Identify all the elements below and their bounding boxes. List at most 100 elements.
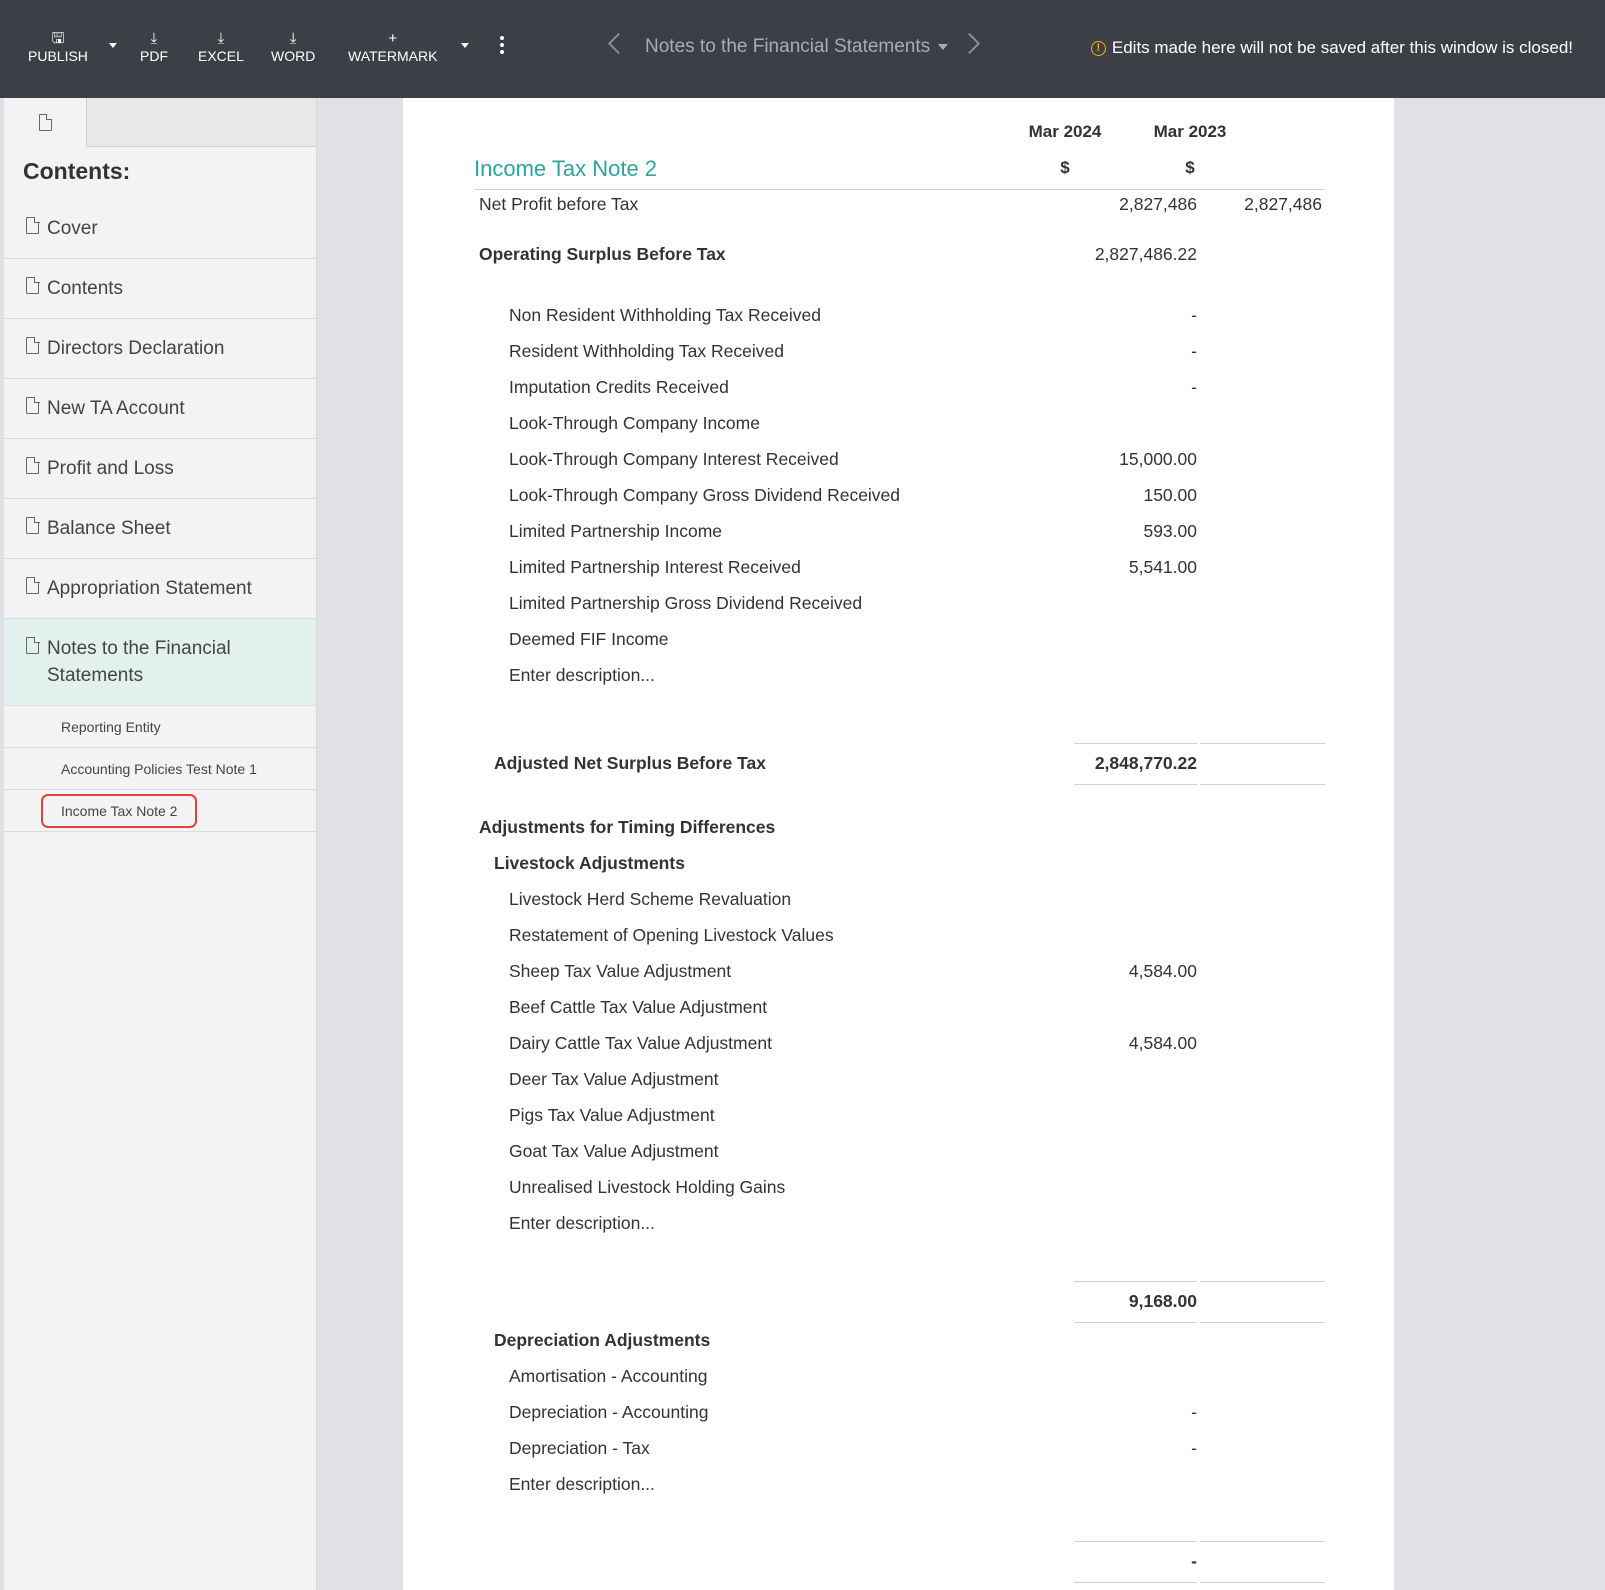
- toc-item-directors-declaration[interactable]: Directors Declaration: [4, 319, 316, 379]
- download-icon: ⤓: [289, 30, 297, 47]
- toc-subitem-label: Reporting Entity: [61, 718, 161, 735]
- table-row: Enter description...: [403, 1470, 1394, 1500]
- toc-item-cover[interactable]: Cover: [4, 199, 316, 259]
- column-header-2024: Mar 2024: [1028, 122, 1102, 141]
- document-icon: [26, 636, 40, 654]
- row-label[interactable]: Non Resident Withholding Tax Received: [509, 305, 821, 326]
- subtotal-2024: 9,168.00: [1128, 1291, 1197, 1311]
- pdf-button[interactable]: ⤓ PDF: [140, 30, 168, 64]
- row-label[interactable]: Sheep Tax Value Adjustment: [509, 961, 731, 982]
- toc-item-profit-and-loss[interactable]: Profit and Loss: [4, 439, 316, 499]
- toc-subitem-accounting-policies[interactable]: Accounting Policies Test Note 1: [4, 748, 316, 790]
- word-button[interactable]: ⤓ WORD: [271, 30, 315, 64]
- value-2024[interactable]: -: [1191, 377, 1197, 398]
- row-label[interactable]: Imputation Credits Received: [509, 377, 729, 398]
- toc-subitem-income-tax-note[interactable]: Income Tax Note 2: [4, 790, 316, 832]
- toc-item-appropriation-statement[interactable]: Appropriation Statement: [4, 559, 316, 619]
- toc-item-label: Notes to the Financial Statements: [47, 638, 231, 686]
- download-icon: ⤓: [217, 30, 225, 47]
- row-label[interactable]: Livestock Adjustments: [494, 853, 685, 874]
- value-2024[interactable]: 150.00: [1143, 485, 1197, 506]
- sidebar-tabs: [4, 98, 316, 147]
- row-label[interactable]: Net Profit before Tax: [479, 194, 638, 215]
- table-row: Dairy Cattle Tax Value Adjustment 4,584.0…: [403, 1029, 1394, 1059]
- toc-item-notes[interactable]: Notes to the Financial Statements: [4, 619, 316, 706]
- value-2024[interactable]: 15,000.00: [1119, 449, 1197, 470]
- row-label[interactable]: Limited Partnership Income: [509, 521, 722, 542]
- chevron-down-icon: [938, 44, 949, 50]
- row-label[interactable]: Look-Through Company Interest Received: [509, 449, 839, 470]
- description-input[interactable]: Enter description...: [509, 665, 655, 686]
- row-label[interactable]: Beef Cattle Tax Value Adjustment: [509, 997, 767, 1018]
- row-label[interactable]: Adjusted Net Surplus Before Tax: [494, 753, 766, 774]
- value-2024[interactable]: 2,848,770.22: [1095, 753, 1197, 774]
- row-label[interactable]: Goat Tax Value Adjustment: [509, 1141, 718, 1162]
- row-label[interactable]: Deemed FIF Income: [509, 629, 669, 650]
- toc-subitem-label: Accounting Policies Test Note 1: [61, 760, 257, 777]
- row-label[interactable]: Look-Through Company Gross Dividend Rece…: [509, 485, 900, 506]
- value-2024[interactable]: -: [1191, 305, 1197, 326]
- value-2024[interactable]: 5,541.00: [1129, 557, 1197, 578]
- more-options-icon[interactable]: [500, 36, 506, 54]
- row-label[interactable]: Depreciation Adjustments: [494, 1330, 710, 1351]
- row-label[interactable]: Pigs Tax Value Adjustment: [509, 1105, 715, 1126]
- value-2024[interactable]: 2,827,486: [1119, 194, 1197, 215]
- download-icon: ⤓: [150, 30, 158, 47]
- row-label[interactable]: Unrealised Livestock Holding Gains: [509, 1177, 785, 1198]
- toc-item-label: Cover: [47, 218, 98, 239]
- contents-sidebar: Contents: Cover Contents Directors Decla…: [4, 98, 317, 1590]
- next-section-icon[interactable]: [958, 32, 981, 55]
- toc-item-label: Balance Sheet: [47, 518, 171, 539]
- subtotal-2024: -: [1191, 1551, 1197, 1571]
- row-label[interactable]: Look-Through Company Income: [509, 413, 760, 434]
- previous-section-icon[interactable]: [607, 32, 630, 55]
- toc-subitem-reporting-entity[interactable]: Reporting Entity: [4, 706, 316, 748]
- row-label[interactable]: Dairy Cattle Tax Value Adjustment: [509, 1033, 772, 1054]
- toc-item-new-ta-account[interactable]: New TA Account: [4, 379, 316, 439]
- row-label[interactable]: Adjustments for Timing Differences: [479, 817, 775, 838]
- row-label[interactable]: Operating Surplus Before Tax: [479, 244, 726, 265]
- toc-item-label: Appropriation Statement: [47, 578, 252, 599]
- value-2024[interactable]: -: [1191, 1402, 1197, 1423]
- unsaved-warning: ! Edits made here will not be saved afte…: [1090, 38, 1573, 58]
- row-label[interactable]: Depreciation - Tax: [509, 1438, 650, 1459]
- table-row: Operating Surplus Before Tax 2,827,486.22: [403, 240, 1394, 270]
- row-label[interactable]: Restatement of Opening Livestock Values: [509, 925, 834, 946]
- publish-dropdown-caret[interactable]: [109, 43, 117, 48]
- row-label[interactable]: Resident Withholding Tax Received: [509, 341, 784, 362]
- table-row: Net Profit before Tax 2,827,486 2,827,486: [403, 190, 1394, 220]
- value-2024[interactable]: 2,827,486.22: [1095, 244, 1197, 265]
- toc-item-label: Contents: [47, 278, 124, 299]
- table-row: Deer Tax Value Adjustment: [403, 1065, 1394, 1095]
- watermark-dropdown-caret[interactable]: [461, 43, 469, 48]
- description-input[interactable]: Enter description...: [509, 1474, 655, 1495]
- section-selector[interactable]: Notes to the Financial Statements: [645, 36, 949, 58]
- table-row: Depreciation - Accounting -: [403, 1398, 1394, 1428]
- table-row: Livestock Herd Scheme Revaluation: [403, 885, 1394, 915]
- warning-icon: !: [1090, 40, 1106, 56]
- row-label[interactable]: Deer Tax Value Adjustment: [509, 1069, 718, 1090]
- value-2024[interactable]: -: [1191, 1438, 1197, 1459]
- value-2024[interactable]: 4,584.00: [1129, 961, 1197, 982]
- value-2024[interactable]: -: [1191, 341, 1197, 362]
- value-2024[interactable]: 4,584.00: [1129, 1033, 1197, 1054]
- row-label[interactable]: Livestock Herd Scheme Revaluation: [509, 889, 791, 910]
- tab-contents[interactable]: [4, 98, 87, 147]
- row-label[interactable]: Limited Partnership Gross Dividend Recei…: [509, 593, 862, 614]
- row-label[interactable]: Amortisation - Accounting: [509, 1366, 707, 1387]
- table-row: Sheep Tax Value Adjustment 4,584.00: [403, 957, 1394, 987]
- value-2023[interactable]: 2,827,486: [1244, 194, 1322, 215]
- toc-item-contents[interactable]: Contents: [4, 259, 316, 319]
- publish-button[interactable]: 🖫 PUBLISH: [28, 30, 88, 64]
- row-label[interactable]: Depreciation - Accounting: [509, 1402, 708, 1423]
- toc-item-balance-sheet[interactable]: Balance Sheet: [4, 499, 316, 559]
- value-2024[interactable]: 593.00: [1143, 521, 1197, 542]
- watermark-label: WATERMARK: [348, 48, 438, 64]
- table-row: Look-Through Company Gross Dividend Rece…: [403, 481, 1394, 511]
- excel-button[interactable]: ⤓ EXCEL: [198, 30, 244, 64]
- watermark-button[interactable]: + WATERMARK: [348, 30, 437, 64]
- document-page: Mar 2024 Mar 2023 $ $ Income Tax Note 2 …: [403, 98, 1394, 1590]
- row-label[interactable]: Limited Partnership Interest Received: [509, 557, 801, 578]
- description-input[interactable]: Enter description...: [509, 1213, 655, 1234]
- table-row: Goat Tax Value Adjustment: [403, 1137, 1394, 1167]
